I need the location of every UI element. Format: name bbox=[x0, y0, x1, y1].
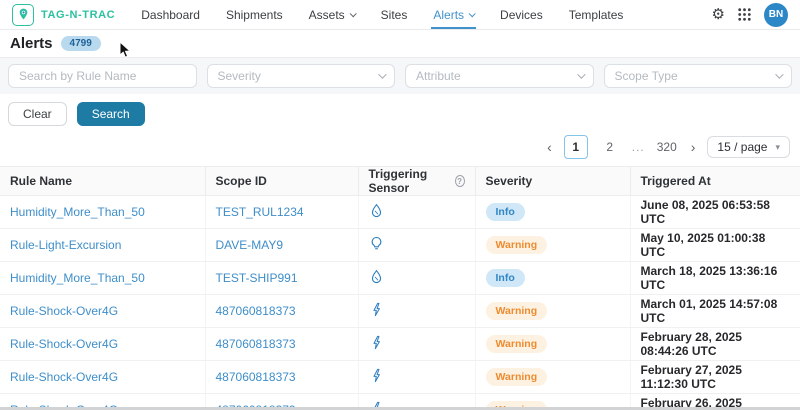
pagination: ‹ 1 2 ... 320 › 15 / page ▾ bbox=[0, 132, 800, 164]
scope-id-link[interactable]: 487060818373 bbox=[216, 370, 296, 384]
caret-down-icon: ▾ bbox=[775, 142, 780, 153]
help-icon[interactable]: ? bbox=[455, 175, 465, 187]
triggered-at-value: February 28, 2025 08:44:26 UTC bbox=[630, 328, 800, 361]
chevron-down-icon bbox=[469, 10, 476, 17]
table-row: Humidity_More_Than_50 TEST_RUL1234 Info … bbox=[0, 196, 800, 229]
next-page-icon[interactable]: › bbox=[689, 140, 698, 154]
prev-page-icon[interactable]: ‹ bbox=[545, 140, 554, 154]
filter-actions: Clear Search bbox=[0, 94, 800, 132]
search-button[interactable]: Search bbox=[77, 102, 145, 126]
rule-name-link[interactable]: Rule-Light-Excursion bbox=[10, 238, 121, 252]
scope-id-link[interactable]: DAVE-MAY9 bbox=[216, 238, 284, 252]
shock-icon bbox=[369, 368, 384, 383]
humidity-icon bbox=[369, 269, 384, 284]
filter-bar: Severity Attribute Scope Type bbox=[0, 58, 800, 94]
severity-badge: Warning bbox=[486, 368, 548, 386]
rule-name-link[interactable]: Rule-Shock-Over4G bbox=[10, 304, 118, 318]
clear-button[interactable]: Clear bbox=[8, 102, 67, 126]
col-scope-id: Scope ID bbox=[205, 167, 358, 196]
chevron-down-icon bbox=[378, 70, 386, 78]
col-triggered-at: Triggered At bbox=[630, 167, 800, 196]
rule-name-link[interactable]: Humidity_More_Than_50 bbox=[10, 271, 145, 285]
col-severity: Severity bbox=[475, 167, 630, 196]
triggered-at-value: March 01, 2025 14:57:08 UTC bbox=[630, 295, 800, 328]
rule-name-link[interactable]: Rule-Shock-Over4G bbox=[10, 370, 118, 384]
alert-count-badge: 4799 bbox=[61, 36, 101, 51]
triggered-at-value: June 08, 2025 06:53:58 UTC bbox=[630, 196, 800, 229]
brand-name: TAG-N-TRAC bbox=[41, 9, 115, 21]
page-button-last[interactable]: 320 bbox=[655, 135, 679, 159]
severity-badge: Warning bbox=[486, 335, 548, 353]
page-button-2[interactable]: 2 bbox=[598, 135, 622, 159]
scope-id-link[interactable]: 487060818373 bbox=[216, 304, 296, 318]
nav-items: Dashboard Shipments Assets Sites Alerts … bbox=[141, 0, 623, 29]
nav-item-dashboard[interactable]: Dashboard bbox=[141, 0, 200, 29]
chevron-down-icon bbox=[577, 70, 585, 78]
table-row: Rule-Shock-Over4G 487060818373 Warning F… bbox=[0, 328, 800, 361]
nav-right: ⚙ BN bbox=[712, 3, 788, 27]
rule-name-link[interactable]: Rule-Shock-Over4G bbox=[10, 337, 118, 351]
brand-logo-icon bbox=[12, 4, 34, 26]
apps-grid-icon[interactable] bbox=[738, 8, 751, 21]
alerts-page: TAG-N-TRAC Dashboard Shipments Assets Si… bbox=[0, 0, 800, 410]
table-row: Rule-Light-Excursion DAVE-MAY9 Warning M… bbox=[0, 229, 800, 262]
nav-item-assets[interactable]: Assets bbox=[309, 0, 355, 29]
light-bulb-icon bbox=[369, 236, 384, 251]
scope-type-dropdown[interactable]: Scope Type bbox=[604, 64, 793, 88]
nav-item-alerts[interactable]: Alerts bbox=[433, 0, 474, 29]
attribute-dropdown[interactable]: Attribute bbox=[405, 64, 594, 88]
triggered-at-value: March 18, 2025 13:36:16 UTC bbox=[630, 262, 800, 295]
page-ellipsis: ... bbox=[632, 140, 645, 154]
severity-dropdown[interactable]: Severity bbox=[207, 64, 396, 88]
table-row: Rule-Shock-Over4G 487060818373 Warning M… bbox=[0, 295, 800, 328]
severity-badge: Info bbox=[486, 203, 525, 221]
triggered-at-value: February 27, 2025 11:12:30 UTC bbox=[630, 361, 800, 394]
table-row: Rule-Shock-Over4G 487060818373 Warning F… bbox=[0, 361, 800, 394]
shock-icon bbox=[369, 335, 384, 350]
scope-id-link[interactable]: TEST-SHIP991 bbox=[216, 271, 298, 285]
alerts-table: Rule Name Scope ID Triggering Sensor ? S… bbox=[0, 166, 800, 410]
shock-icon bbox=[369, 302, 384, 317]
top-nav: TAG-N-TRAC Dashboard Shipments Assets Si… bbox=[0, 0, 800, 30]
triggered-at-value: May 10, 2025 01:00:38 UTC bbox=[630, 229, 800, 262]
nav-item-sites[interactable]: Sites bbox=[381, 0, 408, 29]
nav-item-devices[interactable]: Devices bbox=[500, 0, 543, 29]
chevron-down-icon bbox=[775, 70, 783, 78]
search-rule-name-input[interactable] bbox=[8, 64, 197, 88]
page-button-1[interactable]: 1 bbox=[564, 135, 588, 159]
severity-badge: Warning bbox=[486, 302, 548, 320]
rule-name-link[interactable]: Humidity_More_Than_50 bbox=[10, 205, 145, 219]
scope-id-link[interactable]: TEST_RUL1234 bbox=[216, 205, 304, 219]
severity-badge: Info bbox=[486, 269, 525, 287]
severity-badge: Warning bbox=[486, 236, 548, 254]
humidity-icon bbox=[369, 203, 384, 218]
col-triggering-sensor: Triggering Sensor ? bbox=[358, 167, 475, 196]
page-size-select[interactable]: 15 / page ▾ bbox=[707, 136, 790, 158]
page-title: Alerts bbox=[10, 35, 53, 52]
nav-item-shipments[interactable]: Shipments bbox=[226, 0, 283, 29]
scope-id-link[interactable]: 487060818373 bbox=[216, 337, 296, 351]
table-header-row: Rule Name Scope ID Triggering Sensor ? S… bbox=[0, 167, 800, 196]
table-row: Humidity_More_Than_50 TEST-SHIP991 Info … bbox=[0, 262, 800, 295]
title-bar: Alerts 4799 bbox=[0, 30, 800, 58]
settings-gear-icon[interactable]: ⚙ bbox=[712, 7, 725, 22]
nav-item-templates[interactable]: Templates bbox=[569, 0, 624, 29]
col-rule-name: Rule Name bbox=[0, 167, 205, 196]
chevron-down-icon bbox=[349, 10, 356, 17]
user-avatar[interactable]: BN bbox=[764, 3, 788, 27]
location-pin-icon bbox=[16, 7, 31, 22]
